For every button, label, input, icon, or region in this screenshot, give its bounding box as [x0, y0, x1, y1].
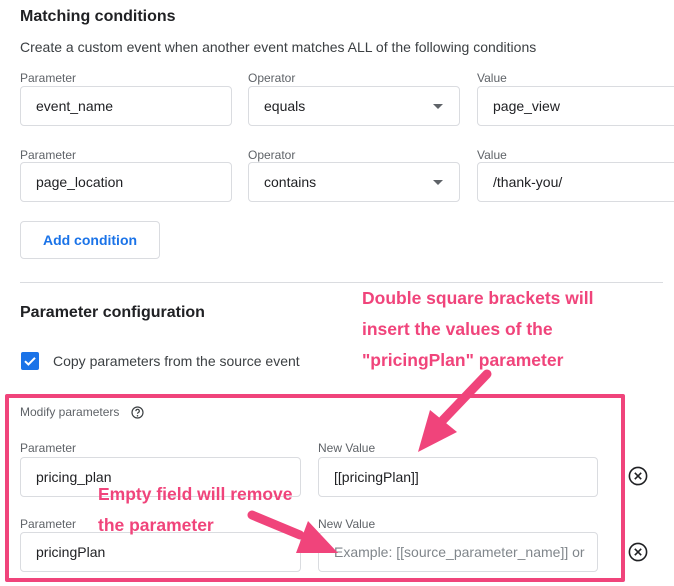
annotation-line: insert the values of the — [362, 319, 553, 339]
annotation-line: "pricingPlan" parameter — [362, 350, 564, 370]
arrow-to-new-value-icon — [418, 369, 492, 452]
annotation-line: Double square brackets will — [362, 288, 594, 308]
annotation-brackets: Double square brackets will insert the v… — [362, 283, 593, 376]
annotation-line: Empty field will remove — [98, 484, 293, 504]
annotation-line: the parameter — [98, 515, 214, 535]
annotation-empty-field: Empty field will remove the parameter — [98, 479, 293, 541]
